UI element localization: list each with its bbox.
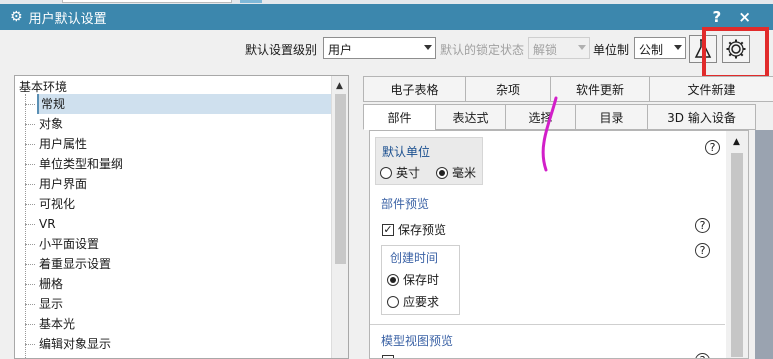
section-divider xyxy=(370,324,725,325)
default-level-select[interactable]: 用户 xyxy=(323,37,436,59)
unit-mm-radio[interactable]: 毫米 xyxy=(436,164,476,181)
category-tree: 基本环境 常规 对象 用户属性 单位类型和量纲 用户界面 可视化 VR 小平面设… xyxy=(14,75,349,359)
tree-connector xyxy=(25,94,26,358)
on-save-radio[interactable]: 保存时 xyxy=(387,271,439,288)
window-controls[interactable]: ? × xyxy=(713,8,758,26)
unit-mm-label: 毫米 xyxy=(452,166,477,180)
tree-item-basic-light[interactable]: 基本光 xyxy=(37,314,332,334)
background-field xyxy=(62,0,232,3)
unit-system-label: 单位制 xyxy=(593,43,630,57)
on-demand-radio[interactable]: 应要求 xyxy=(387,293,439,310)
tree-item-vr[interactable]: VR xyxy=(37,214,332,234)
tree-connector-dash xyxy=(25,264,35,265)
pen-annotation xyxy=(541,96,558,172)
tree-scrollbar[interactable]: ▲ xyxy=(331,76,348,358)
tab-expression[interactable]: 表达式 xyxy=(435,104,506,130)
background-button xyxy=(240,0,262,3)
tree-connector-dash xyxy=(25,344,35,345)
default-level-value: 用户 xyxy=(328,43,353,57)
unit-inch-radio[interactable]: 英寸 xyxy=(380,164,420,181)
title-bar: ⚙ 用户默认设置 ? × xyxy=(0,4,773,30)
tree-connector-dash xyxy=(25,324,35,325)
scroll-up-icon[interactable]: ▲ xyxy=(733,137,740,147)
tree-item-grid[interactable]: 栅格 xyxy=(37,274,332,294)
tree-connector-dash xyxy=(25,124,35,125)
default-units-section: 默认单位 英寸 毫米 xyxy=(375,137,483,185)
creation-time-group: 创建时间 保存时 应要求 xyxy=(381,245,460,315)
tree-root[interactable]: 基本环境 xyxy=(19,78,67,95)
content-scrollbar[interactable]: ▲ xyxy=(726,131,748,358)
checkbox-checked: ✓ xyxy=(382,222,394,236)
highlight-box xyxy=(702,27,769,79)
help-icon[interactable]: ? xyxy=(705,140,720,155)
unit-system-value: 公制 xyxy=(639,43,664,57)
tree-connector-dash xyxy=(25,104,35,105)
model-view-preview-title: 模型视图预览 xyxy=(381,334,454,348)
chevron-down-icon xyxy=(578,45,586,50)
save-preview-label: 保存预览 xyxy=(398,223,447,237)
tree-connector-dash xyxy=(25,184,35,185)
help-icon[interactable]: ? xyxy=(695,243,710,258)
on-demand-label: 应要求 xyxy=(403,295,440,309)
scroll-thumb[interactable] xyxy=(335,94,346,264)
toolbar: 默认设置级别 用户 默认的锁定状态 解锁 单位制 公制 xyxy=(0,30,773,70)
radio-circle xyxy=(387,295,399,308)
tree-item-user-interface[interactable]: 用户界面 xyxy=(37,174,332,194)
radio-circle-selected xyxy=(387,273,399,286)
tree-item-unit-types[interactable]: 单位类型和量纲 xyxy=(37,154,332,174)
radio-circle xyxy=(380,166,392,179)
tree-item-display[interactable]: 显示 xyxy=(37,294,332,314)
unit-system-select[interactable]: 公制 xyxy=(634,37,686,59)
tree-connector-dash xyxy=(25,204,35,205)
window-title: 用户默认设置 xyxy=(28,11,107,27)
help-icon[interactable]: ? xyxy=(695,353,710,358)
lock-state-label: 默认的锁定状态 xyxy=(440,43,525,57)
tree-item-visualization[interactable]: 可视化 xyxy=(37,194,332,214)
tree-item-general[interactable]: 常规 xyxy=(37,94,332,114)
default-level-label: 默认设置级别 xyxy=(245,43,318,57)
model-view-preview-checkbox[interactable] xyxy=(382,355,398,358)
tree-connector-dash xyxy=(25,164,35,165)
tree-item-facet-settings[interactable]: 小平面设置 xyxy=(37,234,332,254)
scroll-thumb[interactable] xyxy=(731,153,743,357)
background-graphics xyxy=(755,130,773,359)
tab-3d-input-devices[interactable]: 3D 输入设备 xyxy=(647,104,756,130)
tab-part[interactable]: 部件 xyxy=(363,104,436,130)
chevron-down-icon xyxy=(424,45,432,50)
unit-inch-label: 英寸 xyxy=(396,166,421,180)
tree-item-user-attributes[interactable]: 用户属性 xyxy=(37,134,332,154)
lock-state-select: 解锁 xyxy=(528,37,590,59)
help-icon[interactable]: ? xyxy=(695,218,710,233)
checkbox xyxy=(382,355,394,358)
tree-item-edit-object-display[interactable]: 编辑对象显示 xyxy=(37,334,332,354)
radio-circle-selected xyxy=(436,166,448,179)
tree-item-highlight-settings[interactable]: 着重显示设置 xyxy=(37,254,332,274)
tab-file-new[interactable]: 文件新建 xyxy=(649,76,773,102)
tree-connector-dash xyxy=(25,144,35,145)
gear-icon: ⚙ xyxy=(10,9,23,25)
scroll-up-icon[interactable]: ▲ xyxy=(336,81,343,91)
default-units-title: 默认单位 xyxy=(382,145,431,159)
tree-connector-dash xyxy=(25,224,35,225)
tree-connector-dash xyxy=(25,284,35,285)
tree-connector-dash xyxy=(25,244,35,245)
lock-state-value: 解锁 xyxy=(533,43,558,57)
creation-time-title: 创建时间 xyxy=(390,251,439,265)
tree-item-object[interactable]: 对象 xyxy=(37,114,332,134)
part-preview-title: 部件预览 xyxy=(381,197,430,211)
chevron-down-icon xyxy=(674,45,682,50)
tab-catalog[interactable]: 目录 xyxy=(575,104,648,130)
tree-connector-dash xyxy=(25,304,35,305)
save-preview-checkbox[interactable]: ✓ 保存预览 xyxy=(382,221,446,238)
tab-spreadsheet[interactable]: 电子表格 xyxy=(363,76,466,102)
on-save-label: 保存时 xyxy=(403,273,440,287)
